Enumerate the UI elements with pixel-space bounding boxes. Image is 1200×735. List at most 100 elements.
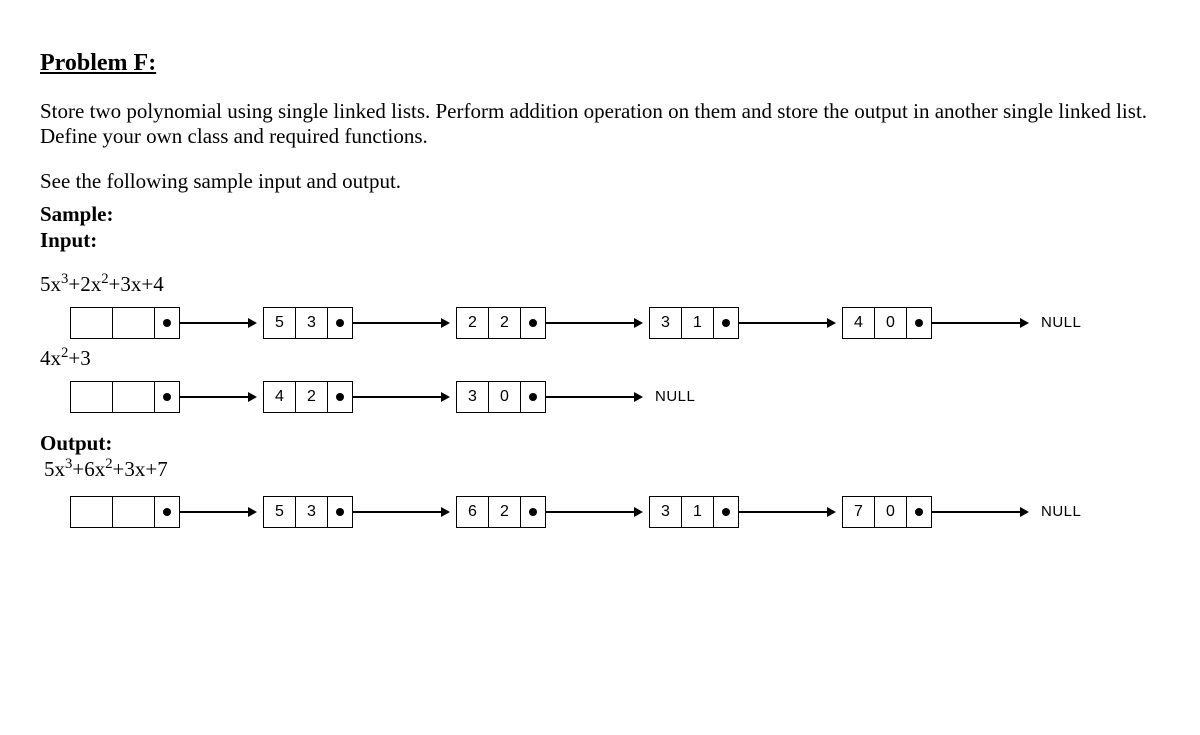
pointer-dot-icon [529, 319, 537, 327]
coef-cell: 4 [843, 308, 875, 338]
pointer-dot-icon [163, 393, 171, 401]
exp-cell: 2 [489, 308, 521, 338]
input-label: Input: [40, 228, 1160, 253]
coef-cell: 5 [264, 497, 296, 527]
exp-cell: 0 [875, 497, 907, 527]
connector-line [180, 322, 188, 324]
connector-line [546, 511, 554, 513]
head-pointer [155, 308, 179, 338]
head-cell-empty [113, 308, 155, 338]
coef-cell: 5 [264, 308, 296, 338]
next-pointer [521, 382, 545, 412]
arrow-icon [554, 507, 643, 517]
next-pointer [521, 497, 545, 527]
linked-list-2: 4 2 3 0 NULL [70, 381, 1160, 413]
list-node: 5 3 [263, 307, 353, 339]
next-pointer [328, 497, 352, 527]
pointer-dot-icon [163, 508, 171, 516]
problem-title: Problem F: [40, 50, 1160, 77]
exp-cell: 0 [875, 308, 907, 338]
connector-line [546, 396, 554, 398]
arrow-icon [554, 392, 643, 402]
list-node: 3 1 [649, 496, 739, 528]
arrow-icon [747, 507, 836, 517]
arrow-icon [188, 318, 257, 328]
head-cell-empty [71, 308, 113, 338]
next-pointer [521, 308, 545, 338]
arrow-icon [188, 392, 257, 402]
pointer-dot-icon [529, 393, 537, 401]
exp-cell: 1 [682, 497, 714, 527]
coef-cell: 7 [843, 497, 875, 527]
p3-c2: 6 [84, 457, 95, 481]
output-label: Output: [40, 431, 1160, 456]
list-node: 3 1 [649, 307, 739, 339]
connector-line [739, 322, 747, 324]
polynomial-output: 5x3+6x2+3x+7 [44, 456, 1160, 482]
linked-list-1: 5 3 2 2 3 1 4 0 NULL [70, 307, 1160, 339]
head-node [70, 381, 180, 413]
coef-cell: 2 [457, 308, 489, 338]
pointer-dot-icon [529, 508, 537, 516]
coef-cell: 3 [650, 308, 682, 338]
connector-line [180, 396, 188, 398]
list-node: 2 2 [456, 307, 546, 339]
coef-cell: 3 [650, 497, 682, 527]
next-pointer [907, 308, 931, 338]
pointer-dot-icon [336, 393, 344, 401]
exp-cell: 0 [489, 382, 521, 412]
polynomial-2: 4x2+3 [40, 345, 1160, 371]
exp-cell: 1 [682, 308, 714, 338]
connector-line [739, 511, 747, 513]
pointer-dot-icon [915, 508, 923, 516]
polynomial-1: 5x3+2x2+3x+4 [40, 271, 1160, 297]
pointer-dot-icon [163, 319, 171, 327]
arrow-icon [747, 318, 836, 328]
list-node: 7 0 [842, 496, 932, 528]
arrow-icon [554, 318, 643, 328]
p3-c3: 5 [44, 457, 55, 481]
next-pointer [328, 308, 352, 338]
head-cell-empty [113, 382, 155, 412]
p1-c3: 5 [40, 272, 51, 296]
p1-c2: 2 [80, 272, 91, 296]
arrow-icon [940, 318, 1029, 328]
head-node [70, 307, 180, 339]
connector-line [932, 511, 940, 513]
p3-c0: 7 [157, 457, 168, 481]
arrow-icon [361, 392, 450, 402]
problem-description: Store two polynomial using single linked… [40, 99, 1160, 149]
head-cell-empty [71, 497, 113, 527]
p2-c0: 3 [80, 346, 91, 370]
arrow-icon [361, 318, 450, 328]
list-node: 6 2 [456, 496, 546, 528]
exp-cell: 3 [296, 308, 328, 338]
connector-line [353, 511, 361, 513]
list-node: 4 2 [263, 381, 353, 413]
connector-line [353, 396, 361, 398]
pointer-dot-icon [336, 508, 344, 516]
sample-label: Sample: [40, 202, 1160, 227]
head-cell-empty [113, 497, 155, 527]
head-cell-empty [71, 382, 113, 412]
connector-line [546, 322, 554, 324]
connector-line [353, 322, 361, 324]
list-node: 4 0 [842, 307, 932, 339]
head-node [70, 496, 180, 528]
p1-c0: 4 [153, 272, 164, 296]
null-terminator: NULL [655, 388, 695, 405]
see-following: See the following sample input and outpu… [40, 169, 1160, 194]
pointer-dot-icon [915, 319, 923, 327]
connector-line [180, 511, 188, 513]
next-pointer [328, 382, 352, 412]
null-terminator: NULL [1041, 314, 1081, 331]
coef-cell: 3 [457, 382, 489, 412]
next-pointer [907, 497, 931, 527]
p3-c1: 3 [124, 457, 135, 481]
null-terminator: NULL [1041, 503, 1081, 520]
pointer-dot-icon [722, 319, 730, 327]
head-pointer [155, 497, 179, 527]
arrow-icon [188, 507, 257, 517]
connector-line [932, 322, 940, 324]
exp-cell: 3 [296, 497, 328, 527]
